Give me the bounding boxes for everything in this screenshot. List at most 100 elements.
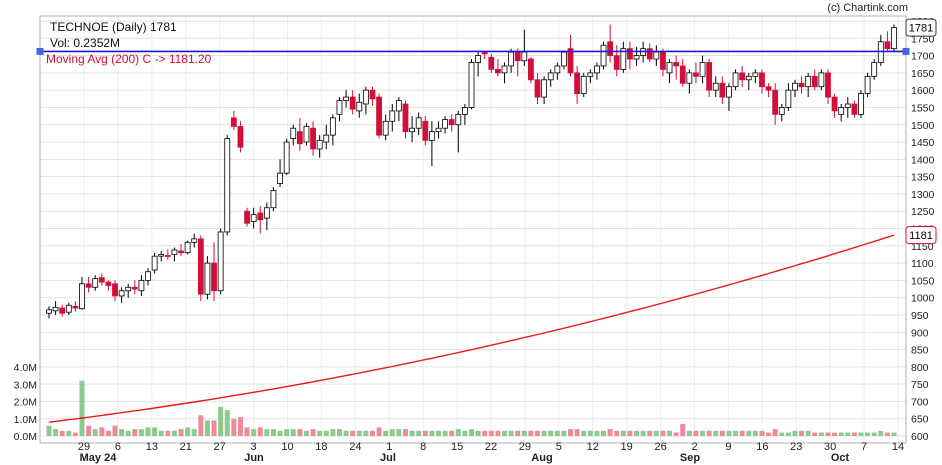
- volume-bar: [204, 420, 210, 436]
- date-tick-label: 12: [587, 441, 599, 453]
- last-price-value: 1781: [909, 23, 933, 35]
- candle-body: [891, 27, 897, 50]
- volume-bar: [303, 430, 309, 436]
- candle-body: [673, 62, 680, 67]
- volume-bar: [851, 432, 857, 436]
- volume-bar: [495, 430, 501, 436]
- candle-body: [580, 75, 587, 95]
- volume-bar: [396, 429, 402, 436]
- date-tick-label: 8: [420, 441, 426, 453]
- candle-body: [798, 82, 805, 88]
- volume-bar: [812, 432, 818, 436]
- candle-body: [323, 134, 330, 143]
- price-tick-label: 1350: [911, 172, 935, 184]
- volume-bar: [86, 425, 92, 436]
- date-tick-label: 9: [725, 441, 731, 453]
- candle-body: [600, 44, 607, 67]
- date-tick-label: 14: [892, 441, 904, 453]
- candle-body: [151, 255, 158, 271]
- volume-bar: [739, 430, 745, 436]
- volume-bar: [429, 430, 435, 436]
- volume-bar: [191, 429, 197, 436]
- volume-bar: [673, 432, 679, 436]
- volume-bar: [389, 429, 395, 436]
- candle-body: [435, 127, 442, 133]
- volume-bar: [647, 430, 653, 436]
- volume-bar: [627, 430, 633, 436]
- candle-body: [270, 190, 277, 209]
- volume-bar: [277, 430, 283, 436]
- volume-bar: [719, 430, 725, 436]
- candle-body: [613, 55, 620, 70]
- candle-body: [448, 119, 455, 126]
- candle-body: [336, 100, 343, 115]
- price-tick-label: 800: [911, 362, 929, 374]
- candle-body: [818, 72, 825, 88]
- volume-bar: [138, 429, 144, 436]
- level-line-right-handle[interactable]: [902, 47, 910, 55]
- volume-bar: [145, 427, 151, 436]
- volume-bar: [290, 429, 296, 436]
- volume-bar: [99, 427, 105, 436]
- volume-bar: [257, 427, 263, 436]
- volume-bar: [548, 430, 554, 436]
- candle-body: [468, 62, 475, 108]
- date-tick-label: 23: [790, 441, 802, 453]
- volume-bar: [601, 430, 607, 436]
- candle-body: [349, 96, 356, 110]
- volume-bar: [66, 430, 72, 436]
- candle-body: [263, 207, 270, 219]
- candle-body: [244, 210, 250, 224]
- candle-body: [752, 72, 759, 77]
- volume-bar: [416, 430, 422, 436]
- volume-bar: [733, 430, 739, 436]
- candle-body: [125, 286, 132, 292]
- volume-bar: [237, 417, 243, 436]
- candle-body: [145, 271, 151, 281]
- candle-body: [112, 283, 118, 297]
- price-tick-label: 750: [911, 379, 929, 391]
- price-tick-label: 1650: [911, 68, 935, 80]
- candle-body: [428, 131, 435, 141]
- date-tick-label: 7: [861, 441, 867, 453]
- level-line-left-handle[interactable]: [36, 47, 44, 55]
- moving-average-legend: Moving Avg (200) C -> 1181.20: [46, 52, 212, 66]
- volume-bar: [171, 430, 177, 436]
- price-tick-label: 1550: [911, 102, 935, 114]
- candle-body: [851, 103, 858, 115]
- volume-bar: [772, 429, 778, 436]
- volume-tick-label: 4.0M: [14, 362, 37, 374]
- candle-body: [805, 75, 812, 88]
- volume-bar: [521, 430, 527, 436]
- volume-bar: [713, 430, 719, 436]
- volume-bar: [700, 430, 706, 436]
- candle-body: [178, 250, 184, 254]
- volume-bar: [270, 429, 276, 436]
- month-label: Oct: [831, 452, 850, 464]
- candle-body: [567, 48, 574, 74]
- month-label: Aug: [531, 452, 552, 464]
- volume-bar: [264, 429, 270, 436]
- candle-body: [316, 139, 323, 150]
- candle-body: [356, 101, 363, 112]
- volume-bar: [871, 432, 877, 436]
- volume-bar: [185, 427, 191, 436]
- candle-body: [528, 58, 534, 81]
- candle-body: [184, 241, 191, 254]
- volume-bar: [59, 430, 65, 436]
- candle-body: [389, 110, 396, 122]
- volume-bar: [759, 430, 765, 436]
- candle-body: [825, 72, 831, 98]
- candle-body: [514, 51, 521, 62]
- candle-body: [409, 127, 415, 133]
- date-tick-label: 18: [315, 441, 327, 453]
- volume-bar: [112, 425, 118, 436]
- candle-body: [303, 126, 310, 143]
- volume-bar: [653, 430, 659, 436]
- candle-body: [811, 75, 818, 88]
- volume-bar: [878, 430, 884, 436]
- candle-body: [204, 262, 211, 295]
- volume-bar: [706, 430, 712, 436]
- volume-bar: [224, 410, 230, 436]
- price-tick-label: 1100: [911, 258, 934, 270]
